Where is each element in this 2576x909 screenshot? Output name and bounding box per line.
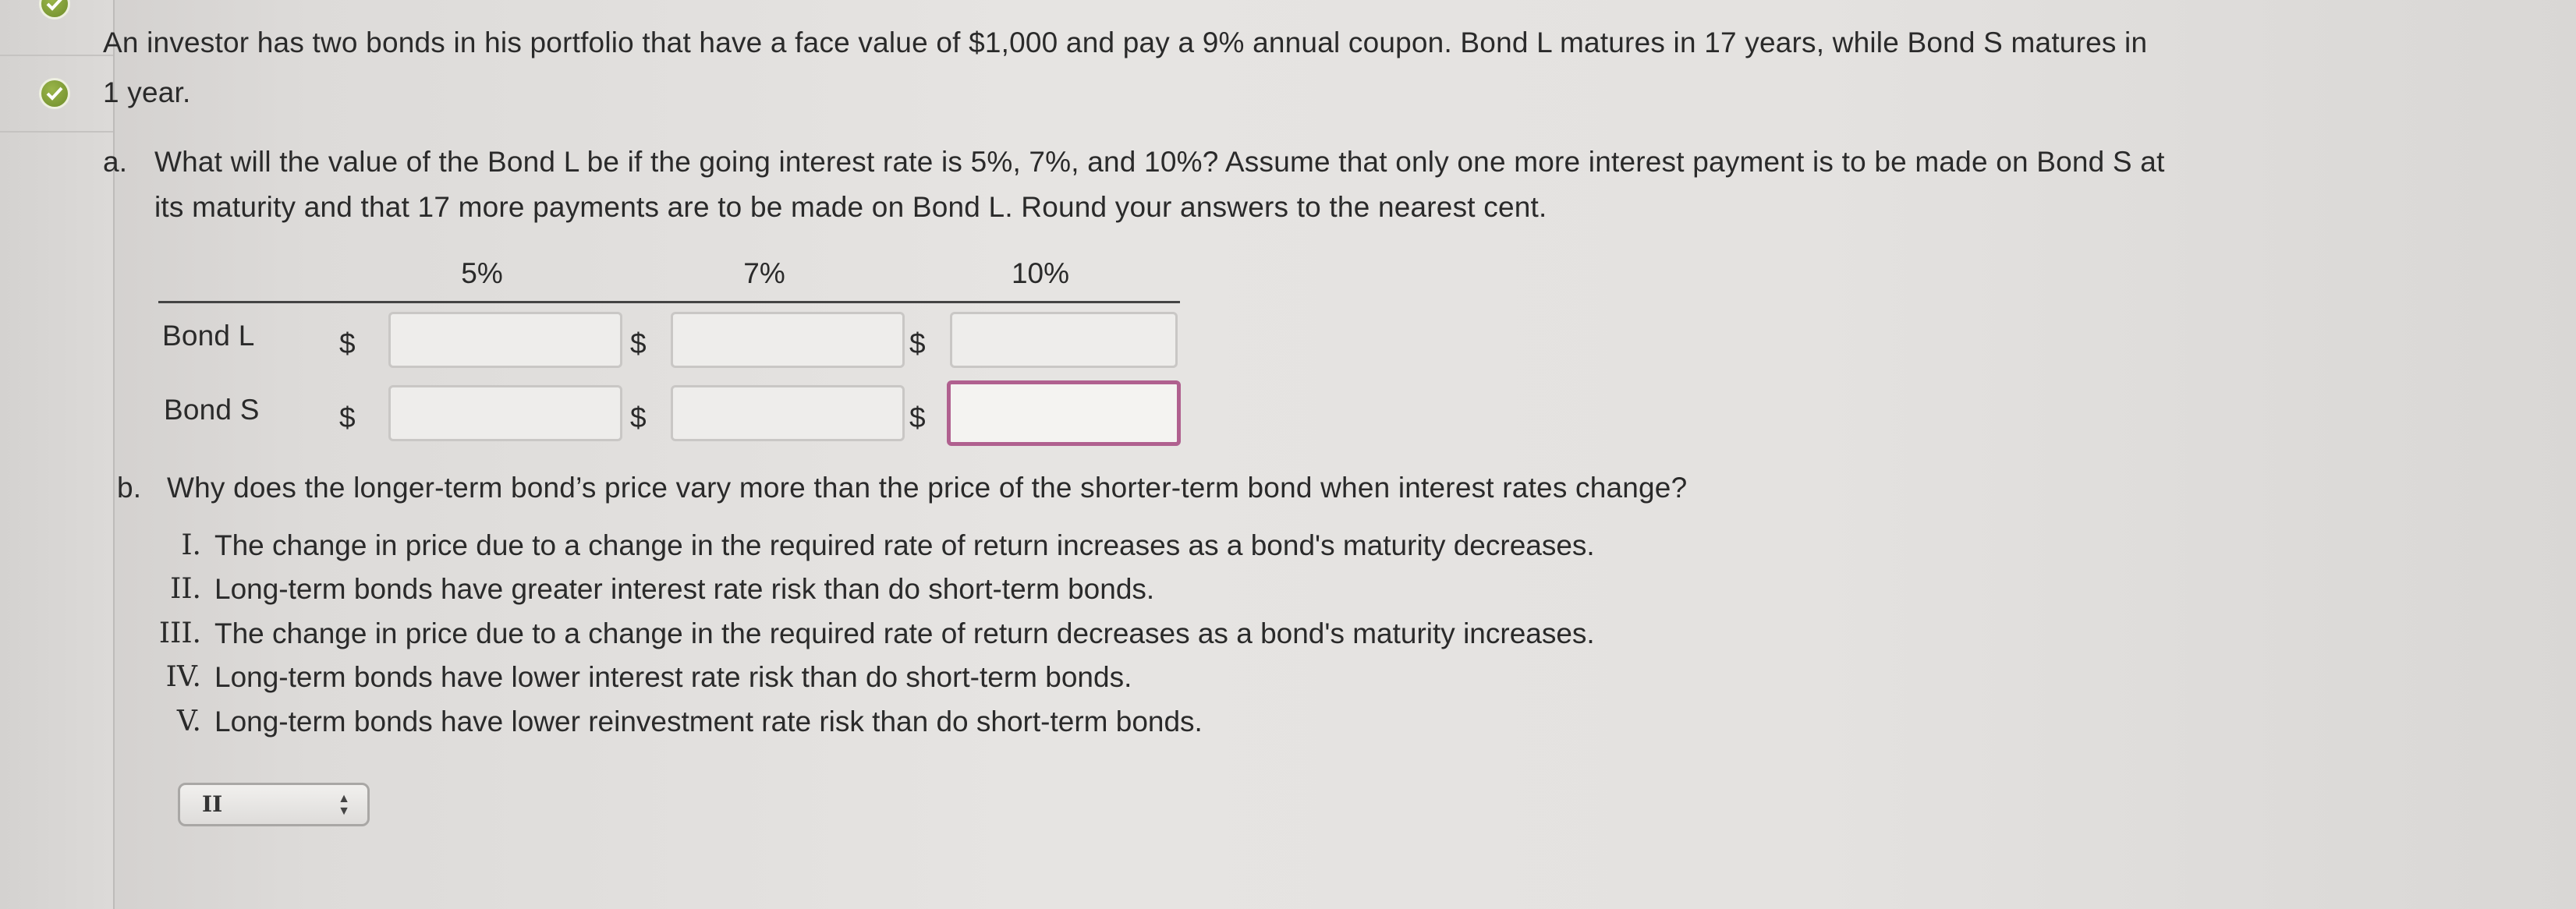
part-b-question: Why does the longer-term bond’s price va…	[167, 472, 1688, 504]
currency-symbol: $	[630, 327, 647, 359]
column-header-7pct: 7%	[743, 257, 785, 289]
option-numeral: III.	[158, 617, 201, 649]
option-numeral: IV.	[165, 661, 201, 693]
bond-l-10pct-input[interactable]	[950, 312, 1178, 368]
currency-symbol: $	[630, 401, 647, 433]
option-text: The change in price due to a change in t…	[214, 617, 1595, 649]
option-text: The change in price due to a change in t…	[214, 529, 1595, 561]
option-numeral: V.	[176, 706, 201, 737]
check-circle-icon	[41, 80, 68, 107]
option-text: Long-term bonds have lower interest rate…	[214, 661, 1132, 693]
currency-symbol: $	[909, 401, 926, 433]
bond-s-10pct-input[interactable]	[947, 380, 1181, 446]
currency-symbol: $	[909, 327, 926, 359]
part-a-marker: a.	[103, 146, 128, 178]
check-circle-icon	[41, 0, 68, 17]
answer-select-dropdown[interactable]: II ▲ ▼	[178, 783, 370, 826]
selected-answer-value: II	[202, 791, 223, 817]
bond-l-5pct-input[interactable]	[388, 312, 622, 368]
part-a-question-line2: its maturity and that 17 more payments a…	[154, 191, 1547, 223]
column-header-10pct: 10%	[1011, 257, 1070, 289]
option-numeral: II.	[170, 573, 201, 605]
currency-symbol: $	[339, 327, 356, 359]
table-header-rule	[158, 301, 1180, 303]
question-text-line1: An investor has two bonds in his portfol…	[103, 27, 2148, 58]
bond-s-7pct-input[interactable]	[671, 385, 905, 441]
part-a-question-line1: What will the value of the Bond L be if …	[154, 146, 2165, 178]
question-text-line2: 1 year.	[103, 76, 191, 108]
part-b-marker: b.	[117, 472, 142, 504]
row-label-bond-l: Bond L	[162, 320, 255, 352]
sidebar-divider	[0, 55, 113, 56]
sidebar	[0, 0, 115, 909]
sidebar-divider	[0, 131, 113, 133]
row-label-bond-s: Bond S	[164, 394, 260, 426]
select-arrows-icon: ▲ ▼	[338, 792, 350, 818]
currency-symbol: $	[339, 401, 356, 433]
bond-l-7pct-input[interactable]	[671, 312, 905, 368]
bond-s-5pct-input[interactable]	[388, 385, 622, 441]
option-numeral: I.	[181, 529, 201, 561]
option-text: Long-term bonds have greater interest ra…	[214, 573, 1155, 605]
option-text: Long-term bonds have lower reinvestment …	[214, 706, 1203, 737]
column-header-5pct: 5%	[461, 257, 503, 289]
